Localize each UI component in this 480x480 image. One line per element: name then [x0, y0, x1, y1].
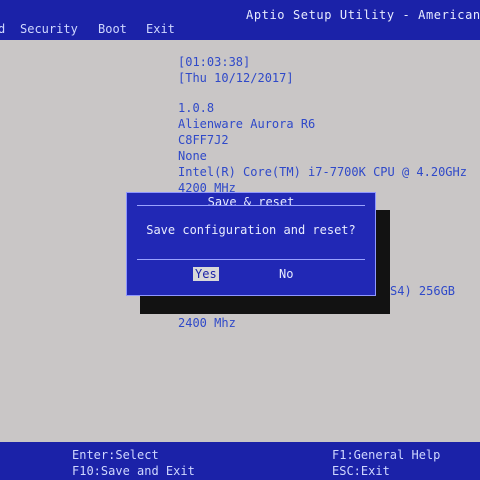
tabs: d Security Boot Exit — [0, 20, 480, 38]
bios-version: 1.0.8 — [178, 101, 215, 115]
no-button[interactable]: No — [277, 267, 295, 281]
help-esc-exit: ESC:Exit — [332, 464, 390, 478]
dialog-message: Save configuration and reset? — [146, 223, 356, 237]
dialog-divider-top — [137, 205, 365, 206]
date-field[interactable]: [Thu 10/12/2017] — [178, 71, 294, 85]
time-field[interactable]: [01:03:38] — [178, 55, 250, 69]
save-reset-dialog: Save & reset Save configuration and rese… — [126, 192, 376, 296]
tab-security[interactable]: Security — [20, 22, 78, 36]
storage-partial: S4) 256GB — [390, 284, 456, 298]
title-bar: Aptio Setup Utility - American d Securit… — [0, 0, 480, 40]
yes-button[interactable]: Yes — [193, 267, 219, 281]
asset-tag: None — [178, 149, 207, 163]
help-f1-general: F1:General Help — [332, 448, 441, 462]
system-model: Alienware Aurora R6 — [178, 117, 316, 131]
help-enter-select: Enter:Select — [72, 448, 159, 462]
tab-main-partial[interactable]: d — [0, 22, 5, 36]
dialog-divider-bottom — [137, 259, 365, 260]
dialog-title: Save & reset — [207, 195, 295, 209]
tab-exit[interactable]: Exit — [146, 22, 175, 36]
service-tag: C8FF7J2 — [178, 133, 229, 147]
help-f10-save: F10:Save and Exit — [72, 464, 195, 478]
tab-boot[interactable]: Boot — [98, 22, 127, 36]
help-bar: Enter:Select F10:Save and Exit F1:Genera… — [0, 442, 480, 480]
cpu-type: Intel(R) Core(TM) i7-7700K CPU @ 4.20GHz — [178, 165, 467, 179]
memory-speed: 2400 Mhz — [178, 316, 236, 330]
